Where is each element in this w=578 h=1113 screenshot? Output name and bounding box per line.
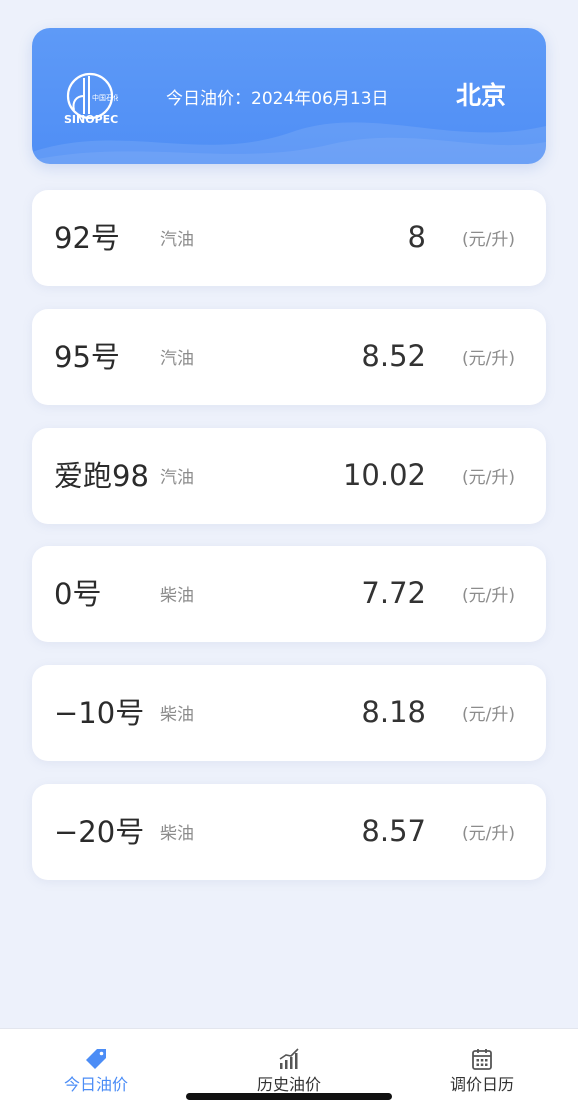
svg-text:中国石化: 中国石化 xyxy=(92,93,118,102)
price-card-98: 爱跑98 汽油 10.02 (元/升) xyxy=(32,428,546,524)
fuel-type: 柴油 xyxy=(160,824,194,844)
fuel-grade: 95号 xyxy=(54,340,120,374)
fuel-grade: 92号 xyxy=(54,221,120,255)
tab-today-price[interactable]: 今日油价 xyxy=(16,1029,176,1113)
sinopec-logo: 中国石化 SINOPEC xyxy=(64,72,118,126)
bar-chart-icon xyxy=(279,1048,299,1069)
fuel-price: 8.18 xyxy=(361,695,426,729)
fuel-price: 7.72 xyxy=(361,576,426,610)
fuel-type: 柴油 xyxy=(160,705,194,725)
price-unit: (元/升) xyxy=(462,586,515,606)
svg-text:SINOPEC: SINOPEC xyxy=(64,113,118,126)
price-unit: (元/升) xyxy=(462,705,515,725)
price-unit: (元/升) xyxy=(462,824,515,844)
price-card-diesel-0: 0号 柴油 7.72 (元/升) xyxy=(32,546,546,642)
fuel-grade: 爱跑98 xyxy=(54,459,149,493)
price-unit: (元/升) xyxy=(462,349,515,369)
price-tag-icon xyxy=(86,1049,106,1069)
price-unit: (元/升) xyxy=(462,468,515,488)
fuel-type: 汽油 xyxy=(160,468,194,488)
today-price-date: 今日油价：2024年06月13日 xyxy=(166,89,389,109)
tab-history-price[interactable]: 历史油价 xyxy=(209,1029,369,1113)
price-card-diesel-minus-10: −10号 柴油 8.18 (元/升) xyxy=(32,665,546,761)
fuel-price: 10.02 xyxy=(342,458,426,492)
tab-price-calendar[interactable]: 调价日历 xyxy=(402,1029,562,1113)
fuel-price: 8 xyxy=(407,220,426,254)
price-unit: (元/升) xyxy=(462,230,515,250)
price-card-92: 92号 汽油 8 (元/升) xyxy=(32,190,546,286)
fuel-type: 汽油 xyxy=(160,349,194,369)
calendar-icon xyxy=(472,1049,492,1070)
price-card-95: 95号 汽油 8.52 (元/升) xyxy=(32,309,546,405)
fuel-price: 8.57 xyxy=(361,814,426,848)
price-card-diesel-minus-20: −20号 柴油 8.57 (元/升) xyxy=(32,784,546,880)
fuel-price: 8.52 xyxy=(361,339,426,373)
bottom-tab-bar: 今日油价 历史油价 调价日历 xyxy=(0,1028,578,1113)
home-indicator xyxy=(186,1093,392,1100)
fuel-grade: −10号 xyxy=(54,696,145,730)
city-selector[interactable]: 北京 xyxy=(456,81,506,111)
tab-label: 历史油价 xyxy=(256,1075,321,1094)
fuel-grade: 0号 xyxy=(54,577,102,611)
tab-label: 调价日历 xyxy=(449,1075,514,1094)
fuel-type: 汽油 xyxy=(160,230,194,250)
tab-label: 今日油价 xyxy=(63,1075,128,1094)
fuel-grade: −20号 xyxy=(54,815,145,849)
fuel-type: 柴油 xyxy=(160,586,194,606)
